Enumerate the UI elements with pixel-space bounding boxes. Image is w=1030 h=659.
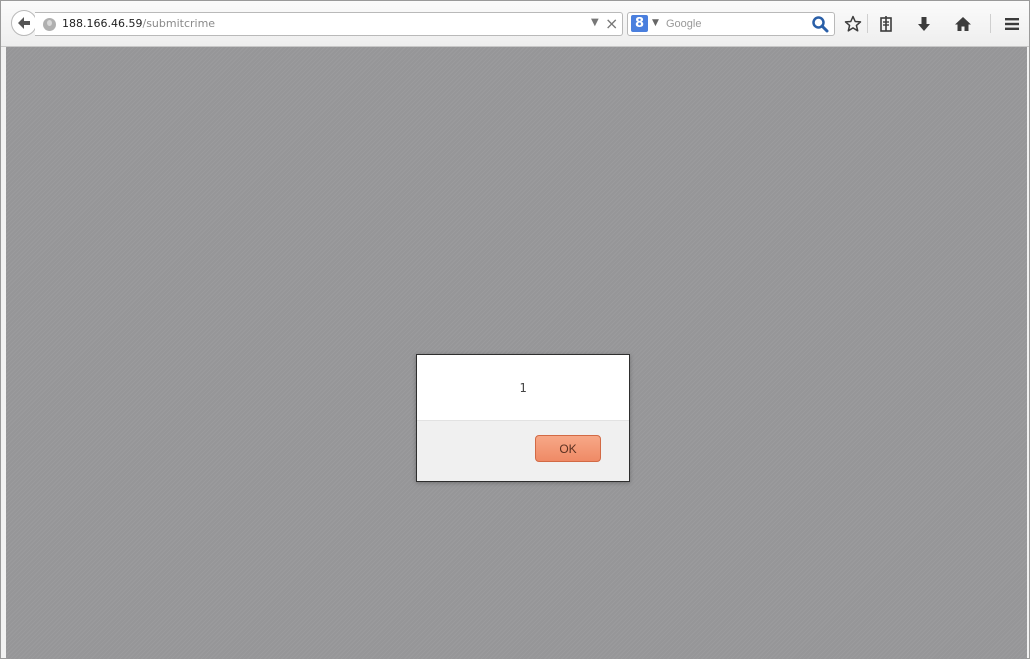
url-text: 188.166.46.59/submitcrime [62, 17, 215, 31]
address-bar[interactable]: 188.166.46.59/submitcrime ▼ × [35, 12, 623, 36]
url-host: 188.166.46.59 [62, 17, 143, 30]
navigation-toolbar: 188.166.46.59/submitcrime ▼ × 8 ▼ Google [1, 1, 1029, 47]
search-icon[interactable] [809, 13, 831, 35]
downloads-icon[interactable] [913, 13, 935, 35]
search-engine-dropdown-icon[interactable]: ▼ [652, 18, 659, 28]
bookmark-star-icon[interactable] [842, 13, 864, 35]
ok-button[interactable]: OK [535, 435, 601, 462]
reading-list-icon[interactable] [875, 13, 897, 35]
back-arrow-icon [18, 17, 30, 29]
menu-icon[interactable] [1001, 13, 1023, 35]
home-icon[interactable] [952, 13, 974, 35]
search-engine-icon[interactable]: 8 [631, 15, 648, 32]
back-button[interactable] [11, 10, 37, 36]
search-placeholder: Google [666, 18, 702, 30]
search-bar[interactable]: 8 ▼ Google [627, 12, 835, 36]
url-dropdown-icon[interactable]: ▼ [591, 17, 599, 28]
url-path: /submitcrime [142, 17, 216, 30]
page-content-overlay [6, 47, 1027, 659]
browser-window: 188.166.46.59/submitcrime ▼ × 8 ▼ Google [0, 0, 1030, 659]
globe-icon [43, 18, 56, 31]
alert-message: 1 [519, 381, 527, 395]
toolbar-separator [990, 14, 991, 33]
toolbar-separator [867, 14, 868, 33]
alert-dialog: 1 OK [416, 354, 630, 482]
stop-icon[interactable]: × [605, 14, 618, 33]
alert-body: 1 [417, 355, 629, 421]
